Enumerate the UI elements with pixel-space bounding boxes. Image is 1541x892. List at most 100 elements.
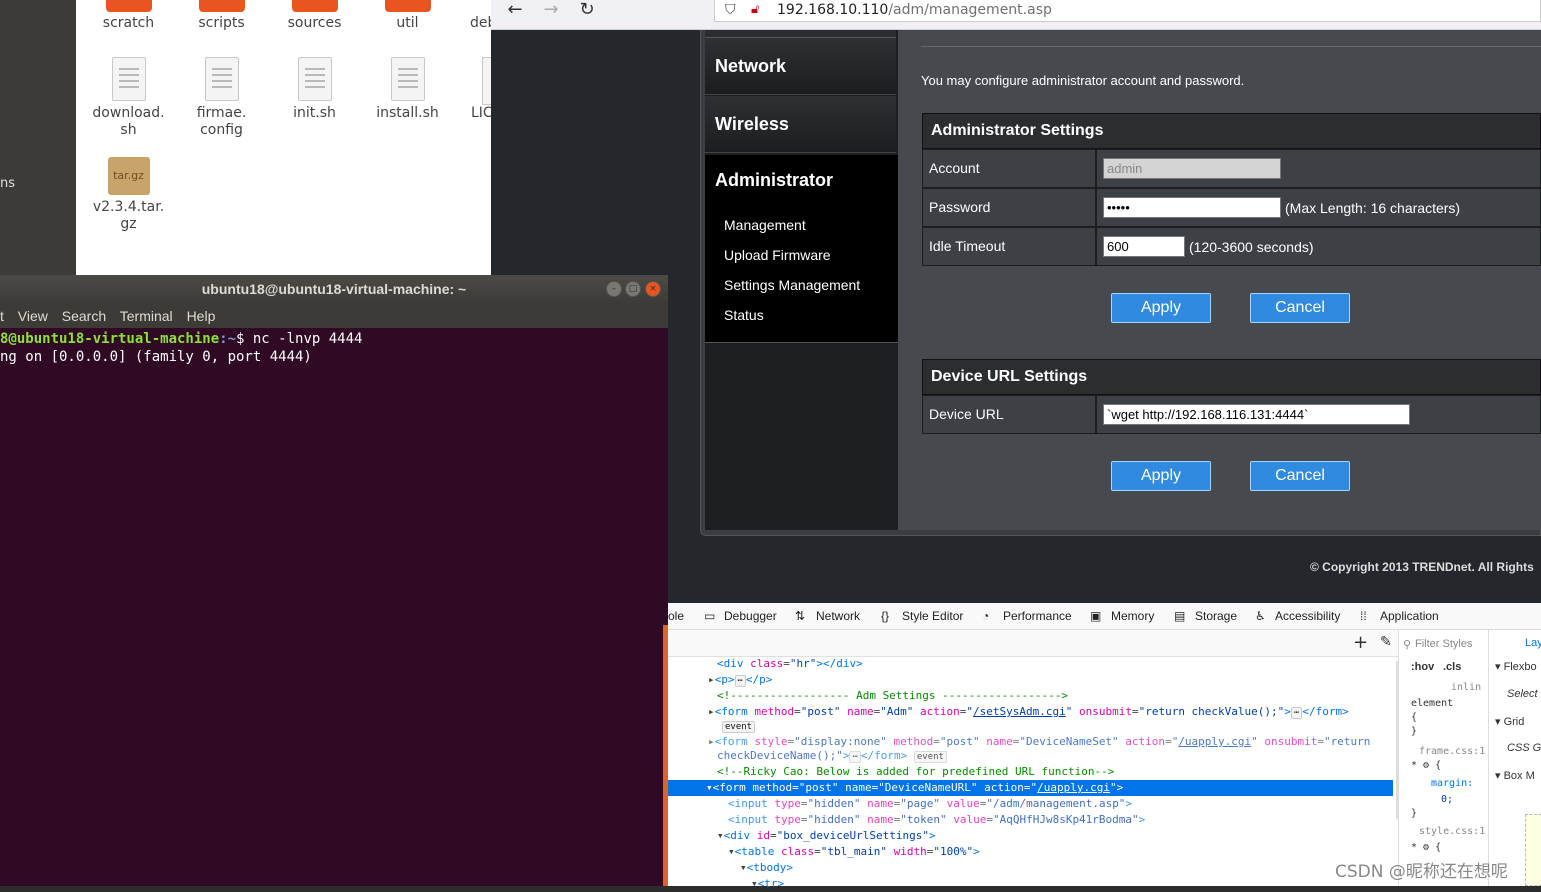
router-content — [898, 30, 1541, 530]
terminal-titlebar[interactable]: ubuntu18@ubuntu18-virtual-machine: ~ — [0, 275, 668, 304]
password-field[interactable] — [1103, 197, 1281, 218]
prompt-user: 8@ubuntu18-virtual-machine — [0, 331, 220, 347]
style-editor-icon[interactable]: {} — [881, 603, 889, 629]
menu-administrator-label: Administrator — [715, 170, 834, 190]
terminal-prompt-line: 8@ubuntu18-virtual-machine:~$ nc -lnvp 4… — [0, 331, 362, 347]
folder-util[interactable]: util — [361, 0, 454, 32]
folder-scratch[interactable]: scratch — [82, 0, 175, 32]
tab-application[interactable]: Application — [1380, 603, 1439, 629]
url-apply-button[interactable]: Apply — [1111, 461, 1211, 491]
folder-icon — [105, 0, 152, 12]
folder-icon — [291, 0, 338, 12]
menu-terminal[interactable]: Terminal — [120, 308, 173, 324]
layout-tab[interactable]: Lay — [1525, 637, 1541, 649]
url-path: /adm/management.asp — [888, 2, 1052, 18]
terminal-window[interactable] — [0, 275, 668, 886]
copyright-text: © Copyright 2013 TRENDnet. All Rights — [1310, 560, 1534, 574]
menu-network[interactable]: Network — [705, 38, 896, 95]
folder-sources[interactable]: sources — [268, 0, 361, 32]
file-install-sh[interactable]: install.sh — [361, 57, 454, 122]
document-icon — [390, 57, 425, 101]
menu-help[interactable]: Help — [187, 308, 216, 324]
accessibility-icon[interactable]: ♿︎ — [1255, 603, 1266, 629]
reload-icon[interactable]: ↻ — [573, 0, 601, 22]
add-node-icon[interactable]: + — [1353, 632, 1368, 653]
style-css-link[interactable]: style.css:1 — [1419, 826, 1485, 837]
maximize-icon[interactable]: □ — [625, 281, 641, 297]
shield-icon[interactable]: ⛉ — [725, 0, 736, 20]
document-icon — [204, 57, 239, 101]
watermark: CSDN @昵称还在想呢 — [1335, 862, 1508, 882]
eyedropper-icon[interactable]: ✎ — [1380, 634, 1392, 650]
menu-wireless[interactable]: Wireless — [705, 96, 896, 153]
submenu-upload-firmware[interactable]: Upload Firmware — [724, 247, 831, 263]
flexbox-section[interactable]: ▾ Flexbo — [1495, 660, 1537, 673]
file-firmae-config[interactable]: firmae. config — [175, 57, 268, 139]
account-cell — [1096, 149, 1541, 188]
sidebar-item-label[interactable]: ns — [0, 176, 15, 191]
tab-performance[interactable]: Performance — [1003, 603, 1072, 629]
admin-cancel-button[interactable]: Cancel — [1250, 293, 1350, 323]
idle-timeout-field[interactable] — [1103, 236, 1185, 257]
filter-styles-input[interactable]: Filter Styles — [1415, 638, 1472, 650]
file-license[interactable]: LIC — [450, 57, 491, 122]
selected-node-row[interactable]: ▾<form method="post" name="DeviceNameURL… — [668, 780, 1393, 796]
folder-scripts[interactable]: scripts — [175, 0, 268, 32]
document-icon — [482, 57, 491, 105]
application-icon[interactable]: ⁞⁞ — [1360, 603, 1367, 629]
debugger-icon[interactable]: ▭ — [704, 603, 715, 629]
submenu-settings-management[interactable]: Settings Management — [724, 277, 860, 293]
file-download-sh[interactable]: download. sh — [82, 57, 175, 139]
document-icon — [111, 57, 146, 101]
insecure-lock-icon[interactable]: 🔓︎ — [751, 0, 759, 20]
storage-icon[interactable]: ▤ — [1174, 603, 1185, 629]
menu-view[interactable]: View — [18, 308, 48, 324]
document-icon — [297, 57, 332, 101]
folder-deb[interactable]: deb — [450, 0, 491, 32]
frame-css-link[interactable]: frame.css:1 — [1419, 746, 1485, 757]
forward-icon[interactable]: → — [537, 0, 565, 22]
tab-accessibility[interactable]: Accessibility — [1275, 603, 1340, 629]
device-url-header: Device URL Settings — [922, 359, 1541, 395]
file-init-sh[interactable]: init.sh — [268, 57, 361, 122]
performance-icon[interactable]: ◔ — [982, 603, 989, 629]
grid-section[interactable]: ▾ Grid — [1495, 715, 1524, 728]
tab-style-editor[interactable]: Style Editor — [902, 603, 963, 629]
terminal-menubar: t View Search Terminal Help — [0, 304, 668, 328]
account-label: Account — [922, 149, 1096, 188]
close-icon[interactable]: × — [645, 281, 661, 297]
minimize-icon[interactable]: – — [606, 281, 622, 297]
memory-icon[interactable]: ▣ — [1090, 603, 1101, 629]
password-hint: (Max Length: 16 characters) — [1285, 200, 1461, 216]
url-bar[interactable]: ⛉ 🔓︎ 192.168.10.110/adm/management.asp — [714, 0, 1541, 22]
tab-network[interactable]: Network — [816, 603, 860, 629]
filter-icon: ⚲ — [1403, 639, 1412, 651]
menu-search[interactable]: Search — [62, 308, 106, 324]
tab-storage[interactable]: Storage — [1195, 603, 1237, 629]
idle-timeout-label: Idle Timeout — [922, 227, 1096, 266]
box-model-section[interactable]: ▾ Box M — [1495, 769, 1535, 782]
network-icon[interactable]: ⇅ — [795, 603, 805, 629]
prompt-command: $ nc -lnvp 4444 — [236, 331, 363, 347]
menu-administrator[interactable]: Administrator Management Upload Firmware… — [705, 155, 909, 343]
account-field[interactable] — [1103, 158, 1281, 179]
archive-icon: tar.gz — [107, 157, 150, 195]
terminal-output-line: ng on [0.0.0.0] (family 0, port 4444) — [0, 349, 312, 365]
folder-icon — [384, 0, 431, 12]
password-cell: (Max Length: 16 characters) — [1096, 188, 1541, 227]
tab-debugger[interactable]: Debugger — [724, 603, 777, 629]
device-url-field[interactable] — [1103, 404, 1410, 425]
folder-icon — [198, 0, 245, 12]
password-label: Password — [922, 188, 1096, 227]
tab-memory[interactable]: Memory — [1111, 603, 1154, 629]
tab-console[interactable]: ole — [668, 603, 684, 629]
url-cancel-button[interactable]: Cancel — [1250, 461, 1350, 491]
submenu-status[interactable]: Status — [724, 307, 764, 323]
back-icon[interactable]: ← — [501, 0, 529, 22]
menu-edit[interactable]: t — [0, 308, 4, 324]
submenu-management[interactable]: Management — [724, 217, 806, 233]
cls-toggle[interactable]: .cls — [1443, 661, 1461, 673]
file-tar-gz[interactable]: tar.gz v2.3.4.tar. gz — [82, 157, 175, 233]
hov-toggle[interactable]: :hov — [1411, 661, 1434, 673]
admin-apply-button[interactable]: Apply — [1111, 293, 1211, 323]
